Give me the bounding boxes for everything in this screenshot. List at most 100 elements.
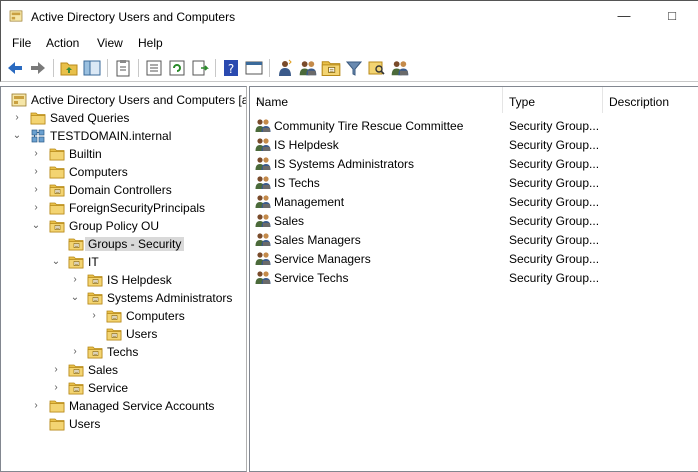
ou-icon xyxy=(87,291,103,305)
chevron-right-icon[interactable]: › xyxy=(51,382,61,394)
chevron-right-icon[interactable]: › xyxy=(31,400,41,412)
forward-arrow-icon[interactable] xyxy=(28,58,48,78)
clipboard-icon[interactable] xyxy=(113,58,133,78)
chevron-right-icon[interactable]: › xyxy=(31,184,41,196)
menu-view[interactable]: View xyxy=(97,36,123,50)
add-to-group-icon[interactable] xyxy=(390,58,410,78)
tree-item-groups-security[interactable]: Groups - Security xyxy=(1,235,246,253)
up-folder-icon[interactable] xyxy=(59,58,79,78)
list-item[interactable]: Sales Managers Security Group... xyxy=(250,230,698,249)
chevron-right-icon[interactable]: › xyxy=(31,202,41,214)
svg-text:?: ? xyxy=(228,62,234,76)
tree-item-group-policy-ou[interactable]: ⌄ Group Policy OU xyxy=(1,217,246,235)
ou-icon xyxy=(106,327,122,341)
tree-item-domain-controllers[interactable]: › Domain Controllers xyxy=(1,181,246,199)
tree-item-managed-service-accounts[interactable]: › Managed Service Accounts xyxy=(1,397,246,415)
chevron-right-icon[interactable]: › xyxy=(31,166,41,178)
window-title: Active Directory Users and Computers xyxy=(31,10,236,24)
ou-icon xyxy=(49,219,65,233)
group-icon xyxy=(254,137,272,152)
ou-icon xyxy=(68,363,84,377)
folder-icon xyxy=(49,165,65,179)
tree-item-sa-users[interactable]: Users xyxy=(1,325,246,343)
chevron-down-icon[interactable]: ⌄ xyxy=(51,256,61,268)
tree-item-foreign-security-principals[interactable]: › ForeignSecurityPrincipals xyxy=(1,199,246,217)
group-icon xyxy=(254,213,272,228)
list-item[interactable]: Management Security Group... xyxy=(250,192,698,211)
chevron-right-icon[interactable]: › xyxy=(89,310,99,322)
column-header-description[interactable]: Description xyxy=(603,87,698,113)
chevron-right-icon[interactable]: › xyxy=(12,112,22,124)
chevron-right-icon[interactable]: › xyxy=(70,346,80,358)
find-icon[interactable] xyxy=(367,58,387,78)
list-item[interactable]: Sales Security Group... xyxy=(250,211,698,230)
folder-icon xyxy=(49,417,65,431)
tree-pane: Active Directory Users and Computers [a … xyxy=(0,86,247,472)
ou-icon xyxy=(106,309,122,323)
group-icon xyxy=(254,118,272,133)
export-list-icon[interactable] xyxy=(190,58,210,78)
list-item[interactable]: Service Techs Security Group... xyxy=(250,268,698,287)
new-ou-icon[interactable] xyxy=(321,58,341,78)
menu-file[interactable]: File xyxy=(12,36,31,50)
app-icon xyxy=(9,10,23,22)
back-arrow-icon[interactable] xyxy=(5,58,25,78)
show-tree-icon[interactable] xyxy=(82,58,102,78)
minimize-icon[interactable]: — xyxy=(613,5,635,27)
properties-icon[interactable] xyxy=(144,58,164,78)
tree-item-users[interactable]: Users xyxy=(1,415,246,433)
tree-item-service[interactable]: › Service xyxy=(1,379,246,397)
refresh-icon[interactable] xyxy=(167,58,187,78)
list-item[interactable]: IS Systems Administrators Security Group… xyxy=(250,154,698,173)
chevron-down-icon[interactable]: ⌄ xyxy=(12,130,22,142)
new-user-icon[interactable] xyxy=(275,58,295,78)
ou-icon xyxy=(49,183,65,197)
new-group-icon[interactable] xyxy=(298,58,318,78)
console-root-icon xyxy=(11,93,27,107)
list-pane: △ Name Type Description Community Tire R… xyxy=(249,86,698,472)
ou-icon xyxy=(68,381,84,395)
tree-item-computers[interactable]: › Computers xyxy=(1,163,246,181)
tree-item-is-helpdesk[interactable]: › IS Helpdesk xyxy=(1,271,246,289)
group-icon xyxy=(254,251,272,266)
column-header-name[interactable]: △ Name xyxy=(250,87,503,113)
domain-icon xyxy=(30,129,46,143)
tree-item-sales[interactable]: › Sales xyxy=(1,361,246,379)
group-icon xyxy=(254,156,272,171)
maximize-icon[interactable]: □ xyxy=(661,5,683,27)
group-icon xyxy=(254,270,272,285)
chevron-right-icon[interactable]: › xyxy=(31,148,41,160)
list-item[interactable]: Service Managers Security Group... xyxy=(250,249,698,268)
chevron-right-icon[interactable]: › xyxy=(70,274,80,286)
filter-icon[interactable] xyxy=(344,58,364,78)
console-icon[interactable] xyxy=(244,58,264,78)
menu-action[interactable]: Action xyxy=(46,36,79,50)
chevron-down-icon[interactable]: ⌄ xyxy=(70,292,80,304)
title-bar: Active Directory Users and Computers — □ xyxy=(0,0,698,32)
tree-item-saved-queries[interactable]: › Saved Queries xyxy=(1,109,246,127)
tree-item-it[interactable]: ⌄ IT xyxy=(1,253,246,271)
tree-item-domain[interactable]: ⌄ TESTDOMAIN.internal xyxy=(1,127,246,145)
tree-item-techs[interactable]: › Techs xyxy=(1,343,246,361)
ou-icon xyxy=(87,273,103,287)
tree-item-builtin[interactable]: › Builtin xyxy=(1,145,246,163)
ou-icon xyxy=(68,237,84,251)
chevron-right-icon[interactable]: › xyxy=(51,364,61,376)
column-header-type[interactable]: Type xyxy=(503,87,603,113)
help-icon[interactable]: ? xyxy=(221,58,241,78)
tree-item-root[interactable]: Active Directory Users and Computers [a xyxy=(1,91,246,109)
folder-icon xyxy=(49,201,65,215)
ou-icon xyxy=(68,255,84,269)
folder-icon xyxy=(30,111,46,125)
tree-item-systems-administrators[interactable]: ⌄ Systems Administrators xyxy=(1,289,246,307)
menu-bar: File Action View Help xyxy=(0,32,698,54)
tree-item-sa-computers[interactable]: › Computers xyxy=(1,307,246,325)
list-item[interactable]: IS Techs Security Group... xyxy=(250,173,698,192)
list-item[interactable]: Community Tire Rescue Committee Security… xyxy=(250,116,698,135)
ou-icon xyxy=(87,345,103,359)
group-icon xyxy=(254,232,272,247)
group-icon xyxy=(254,194,272,209)
menu-help[interactable]: Help xyxy=(138,36,163,50)
chevron-down-icon[interactable]: ⌄ xyxy=(31,220,41,232)
list-item[interactable]: IS Helpdesk Security Group... xyxy=(250,135,698,154)
